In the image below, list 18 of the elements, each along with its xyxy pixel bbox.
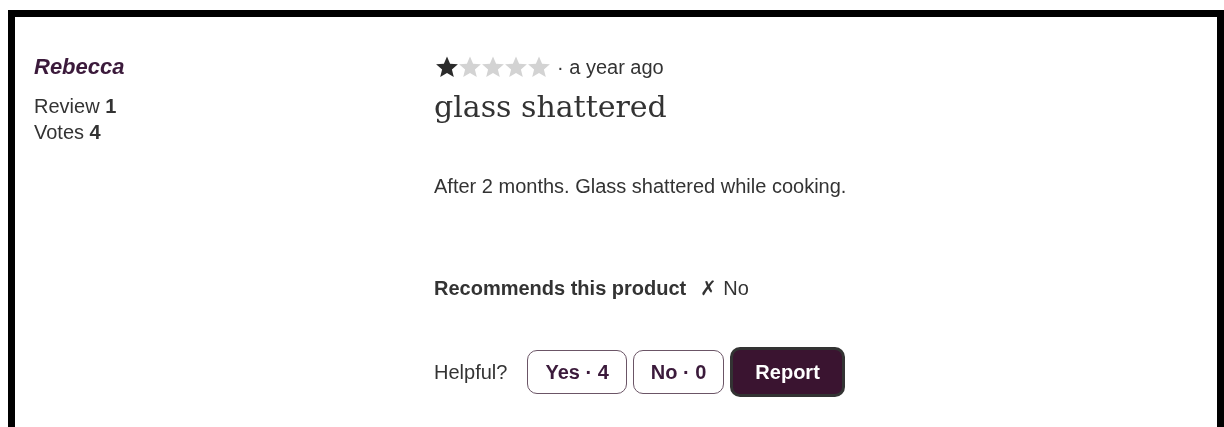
vote-button[interactable]: Yes · 4	[527, 350, 627, 394]
reviewer-stat: Votes 4	[34, 120, 101, 145]
reviewer-name: Rebecca	[34, 53, 125, 81]
recommend-value: No	[723, 276, 749, 301]
cross-mark: ✗	[700, 276, 718, 301]
review-title: glass shattered	[434, 88, 667, 126]
star-icon	[480, 55, 506, 79]
review-body: After 2 months. Glass shattered while cooking.	[434, 174, 847, 199]
reviewer-stat: Review 1	[34, 94, 117, 119]
star-icon	[457, 55, 483, 79]
helpful-label: Helpful?	[434, 360, 508, 385]
report-button[interactable]: Report	[730, 347, 845, 397]
star-icon	[526, 55, 552, 79]
star-icon	[503, 55, 529, 79]
star-icon	[434, 55, 460, 79]
review-time: · a year ago	[557, 55, 664, 80]
recommend-label: Recommends this product	[434, 276, 687, 301]
vote-button[interactable]: No · 0	[632, 350, 725, 394]
